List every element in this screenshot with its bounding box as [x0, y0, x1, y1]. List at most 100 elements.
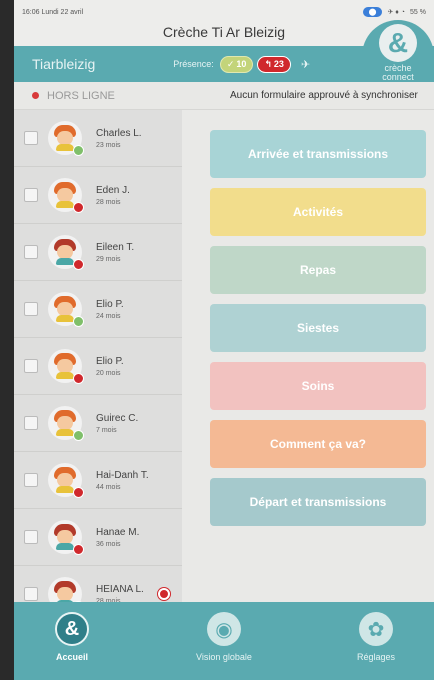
tab-label: Réglages — [356, 652, 396, 662]
child-face-icon — [53, 581, 77, 602]
child-checkbox[interactable] — [24, 587, 38, 601]
action-button-5[interactable]: Soins — [210, 362, 426, 410]
child-checkbox[interactable] — [24, 131, 38, 145]
child-row[interactable]: Guirec C. 7 mois — [14, 395, 182, 452]
child-name: Eden J. — [96, 184, 130, 196]
child-name: Elio P. — [96, 298, 124, 310]
child-name: HEIANA L. — [96, 583, 144, 595]
creche-connect-logo: & crèche connect — [362, 20, 434, 82]
child-row[interactable]: Charles L. 23 mois — [14, 110, 182, 167]
tab-gear[interactable]: ✿ Réglages — [336, 602, 416, 680]
child-name: Hanae M. — [96, 526, 140, 538]
child-age: 23 mois — [96, 141, 121, 149]
action-buttons: Arrivée et transmissions Activités Repas Si… — [210, 130, 426, 536]
logo-text: crèche connect — [382, 64, 414, 82]
child-info: Guirec C. 7 mois — [96, 413, 138, 434]
child-checkbox[interactable] — [24, 530, 38, 544]
child-name: Eileen T. — [96, 241, 135, 253]
signal-icon: ✈ ♦ ◔ — [387, 9, 406, 16]
child-name: Hai-Danh T. — [96, 469, 149, 481]
gear-icon: ✿ — [359, 612, 393, 646]
child-avatar — [48, 463, 84, 498]
status-date: Lundi 22 avril — [41, 8, 84, 16]
child-avatar — [48, 121, 84, 156]
action-button-3[interactable]: Repas — [210, 246, 426, 294]
tab-label: Vision globale — [196, 652, 252, 662]
child-row[interactable]: Elio P. 24 mois — [14, 281, 182, 338]
child-info: Hai-Danh T. 44 mois — [96, 470, 149, 491]
tab-ampersand[interactable]: & Accueil — [32, 602, 112, 680]
alert-icon[interactable] — [158, 588, 170, 600]
absent-status-icon — [73, 544, 84, 555]
app-screen: 16:06 Lundi 22 avril ⬤ ✈ ♦ ◔ 55 % Crèche… — [14, 0, 434, 680]
child-avatar — [48, 292, 84, 327]
status-time: 16:06 — [22, 8, 40, 16]
children-list[interactable]: Charles L. 23 mois Eden J. 28 mois Eileen T.… — [14, 110, 182, 602]
presence-summary: Présence: ✓ 10 ↰ 23 ✈ — [173, 55, 310, 73]
child-age: 28 mois — [96, 198, 121, 206]
child-info: Elio P. 24 mois — [96, 299, 124, 320]
child-avatar — [48, 178, 84, 213]
offline-bar: HORS LIGNE Aucun formulaire approuvé à s… — [14, 82, 434, 110]
child-checkbox[interactable] — [24, 245, 38, 259]
action-button-6[interactable]: Comment ça va? — [210, 420, 426, 468]
status-right: ⬤ ✈ ♦ ◔ 55 % — [362, 7, 426, 17]
site-name[interactable]: Tiarbleizig — [32, 56, 95, 72]
child-age: 44 mois — [96, 483, 121, 491]
child-info: Charles L. 23 mois — [96, 128, 142, 149]
child-age: 20 mois — [96, 369, 121, 377]
tab-eye[interactable]: ◉ Vision globale — [184, 602, 264, 680]
child-name: Elio P. — [96, 355, 124, 367]
child-age: 24 mois — [96, 312, 121, 320]
battery-level: 55 % — [410, 8, 426, 16]
child-info: Eileen T. 29 mois — [96, 242, 134, 263]
child-info: Elio P. 20 mois — [96, 356, 124, 377]
action-button-4[interactable]: Siestes — [210, 304, 426, 352]
child-info: Hanae M. 36 mois — [96, 527, 139, 548]
action-button-2[interactable]: Activités — [210, 188, 426, 236]
child-checkbox[interactable] — [24, 416, 38, 430]
absent-status-icon — [73, 259, 84, 270]
check-icon: ✓ — [226, 58, 235, 69]
logo-text-line-2: connect — [382, 72, 414, 82]
child-row[interactable]: Hai-Danh T. 44 mois — [14, 452, 182, 509]
status-bar: 16:06 Lundi 22 avril ⬤ ✈ ♦ ◔ 55 % — [14, 0, 434, 24]
absent-status-icon — [73, 202, 84, 213]
child-checkbox[interactable] — [24, 188, 38, 202]
battery-pill: ⬤ — [362, 7, 383, 17]
airplane-icon[interactable]: ✈ — [301, 58, 310, 71]
child-checkbox[interactable] — [24, 302, 38, 316]
offline-label: HORS LIGNE — [47, 89, 115, 102]
status-time-date: 16:06 Lundi 22 avril — [22, 9, 83, 16]
child-info: Eden J. 28 mois — [96, 185, 130, 206]
action-button-7[interactable]: Départ et transmissions — [210, 478, 426, 526]
offline-dot-icon — [32, 92, 39, 99]
child-checkbox[interactable] — [24, 359, 38, 373]
child-name: Charles L. — [96, 127, 142, 139]
child-row[interactable]: Eileen T. 29 mois — [14, 224, 182, 281]
absent-count-badge[interactable]: ↰ 23 — [257, 55, 291, 73]
child-checkbox[interactable] — [24, 473, 38, 487]
child-row[interactable]: HEIANA L. 28 mois — [14, 566, 182, 602]
action-button-1[interactable]: Arrivée et transmissions — [210, 130, 426, 178]
child-age: 29 mois — [96, 255, 121, 263]
bottom-tab-bar: & Accueil ◉ Vision globale ✿ Réglages — [14, 602, 434, 680]
child-avatar — [48, 235, 84, 270]
tab-label: Accueil — [55, 652, 88, 662]
absent-status-icon — [73, 487, 84, 498]
app-header: Tiarbleizig Présence: ✓ 10 ↰ 23 ✈ & crèc… — [14, 20, 434, 82]
present-status-icon — [73, 145, 84, 156]
ampersand-logo-icon: & — [379, 24, 417, 62]
child-name: Guirec C. — [96, 412, 139, 424]
present-count-badge[interactable]: ✓ 10 — [219, 55, 254, 73]
child-row[interactable]: Elio P. 20 mois — [14, 338, 182, 395]
ampersand-icon: & — [55, 612, 89, 646]
child-info: HEIANA L. 28 mois — [96, 584, 144, 603]
child-avatar — [48, 577, 84, 602]
present-count: 10 — [236, 59, 247, 69]
child-row[interactable]: Eden J. 28 mois — [14, 167, 182, 224]
leave-icon: ↰ — [264, 58, 272, 69]
child-age: 36 mois — [96, 540, 121, 548]
child-row[interactable]: Hanae M. 36 mois — [14, 509, 182, 566]
child-age: 7 mois — [96, 426, 117, 434]
